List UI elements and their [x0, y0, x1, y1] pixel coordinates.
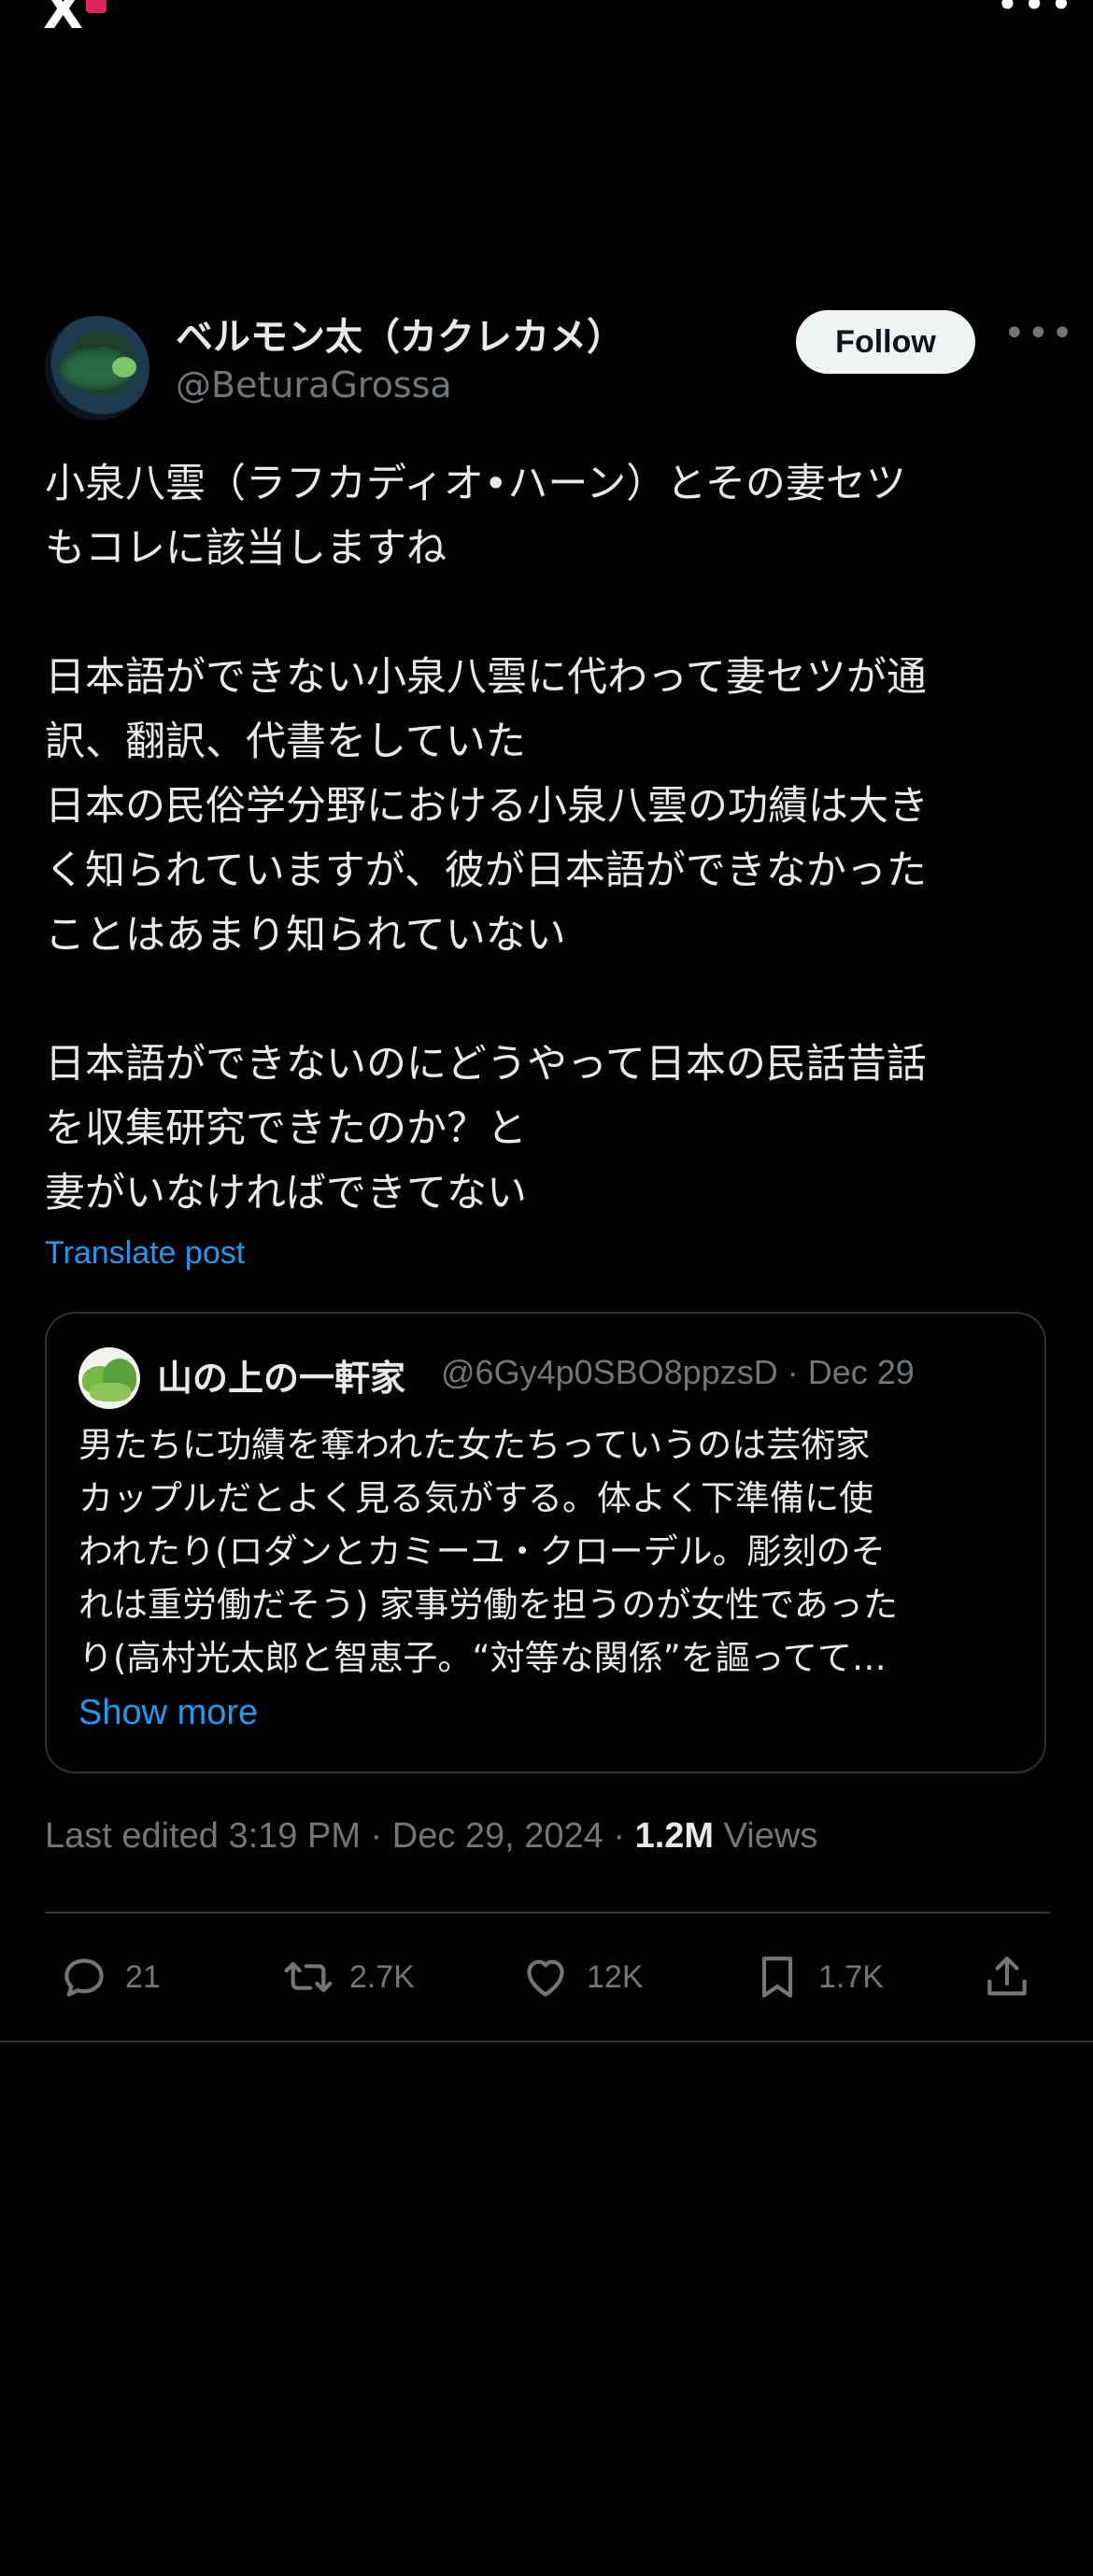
bookmark-icon — [761, 1957, 793, 1998]
post-text-line: ことはあまり知られていない — [45, 912, 566, 959]
bookmark-button[interactable]: 1.7K — [751, 1947, 884, 2007]
post-text-line: 日本語ができないのにどうやって日本の民話昔話 — [45, 1041, 927, 1088]
divider — [0, 2041, 1093, 2042]
quoted-text-line: われたり(ロダンとカミーユ・クローデル。彫刻のそ — [78, 1531, 886, 1572]
author-name[interactable]: ベルモン太（カクレカメ） — [176, 306, 624, 361]
quoted-text-line: カップルだとよく見る気がする。体よく下準備に使 — [78, 1478, 873, 1518]
repost-icon — [284, 1961, 333, 1993]
post-body: 小泉八雲（ラフカディオ•ハーン）とその妻セツ もコレに該当しますね日本語ができない… — [45, 452, 1054, 1226]
post-text-line: 日本語ができない小泉八雲に代わって妻セツが通 — [45, 654, 927, 701]
post-text-line — [45, 581, 1054, 646]
quoted-text: 男たちに功績を奪われた女たちっていうのは芸術家 カップルだとよく見る気がする。体よ… — [78, 1418, 1022, 1685]
post-meta: Last edited 3:19 PM · Dec 29, 2024 · 1.2… — [45, 1816, 817, 1857]
share-icon — [987, 1957, 1027, 1996]
post-more-icon[interactable]: ••• — [1003, 315, 1073, 357]
reply-button[interactable]: 21 — [58, 1947, 161, 2007]
views-label: Views — [714, 1816, 818, 1856]
share-button[interactable] — [981, 1947, 1048, 2007]
quoted-handle-date: @6Gy4p0SBO8ppzsD · Dec 29 — [441, 1353, 915, 1391]
edited-timestamp[interactable]: Last edited 3:19 PM · Dec 29, 2024 · — [45, 1816, 635, 1856]
like-count: 12K — [587, 1958, 644, 1995]
show-more-link[interactable]: Show more — [78, 1693, 258, 1733]
x-logo-icon[interactable]: X — [43, 0, 110, 41]
follow-button[interactable]: Follow — [796, 310, 975, 374]
reply-icon — [64, 1958, 104, 1997]
quoted-author-avatar[interactable] — [78, 1347, 140, 1409]
x-logo-glyph: X — [43, 0, 84, 41]
author-avatar[interactable] — [45, 316, 149, 420]
like-button[interactable]: 12K — [519, 1947, 644, 2007]
reply-count: 21 — [125, 1958, 161, 1995]
avatar-turtle-head — [112, 357, 136, 377]
post-text-line: く知られていますが、彼が日本語ができなかった — [45, 847, 927, 894]
post-text-line: を収集研究できたのか？と — [45, 1105, 527, 1152]
quoted-text-line: れは重労働だそう) 家事労働を担うのが女性であった — [78, 1585, 898, 1625]
post-text-line: もコレに該当しますね — [45, 525, 447, 572]
post-header: ベルモン太（カクレカメ） @BeturaGrossa Follow ••• — [45, 306, 1073, 420]
post-text-line: 訳、翻訳、代書をしていた — [45, 719, 526, 765]
action-bar: 21 2.7K 12K 1.7K — [0, 1938, 1093, 2022]
post-text-line: 小泉八雲（ラフカディオ•ハーン）とその妻セツ — [45, 461, 906, 507]
quoted-text-line: り(高村光太郎と智恵子。“対等な関係”を謳ってて… — [78, 1638, 887, 1678]
post-text-line — [45, 968, 1054, 1032]
bookmark-count: 1.7K — [818, 1958, 884, 1995]
repost-button[interactable]: 2.7K — [282, 1947, 415, 2007]
notification-badge — [86, 0, 106, 13]
top-bar: X ••• — [0, 0, 1093, 37]
quoted-text-line: 男たちに功績を奪われた女たちっていうのは芸術家 — [78, 1425, 871, 1465]
heart-icon — [527, 1959, 564, 1997]
post-text-line: 妻がいなければできてない — [45, 1170, 527, 1217]
quoted-author-name: 山の上の一軒家 — [157, 1358, 406, 1399]
repost-count: 2.7K — [349, 1958, 415, 1995]
divider — [45, 1912, 1050, 1914]
quoted-post[interactable]: 山の上の一軒家 @6Gy4p0SBO8ppzsD · Dec 29 男たちに功績… — [45, 1312, 1046, 1773]
top-more-icon[interactable]: ••• — [996, 0, 1076, 27]
views-count: 1.2M — [634, 1816, 715, 1856]
author-handle[interactable]: @BeturaGrossa — [176, 364, 452, 406]
avatar-hill — [90, 1383, 131, 1402]
post-text-line: 日本の民俗学分野における小泉八雲の功績は大き — [45, 783, 929, 830]
translate-post-link[interactable]: Translate post — [45, 1235, 245, 1272]
